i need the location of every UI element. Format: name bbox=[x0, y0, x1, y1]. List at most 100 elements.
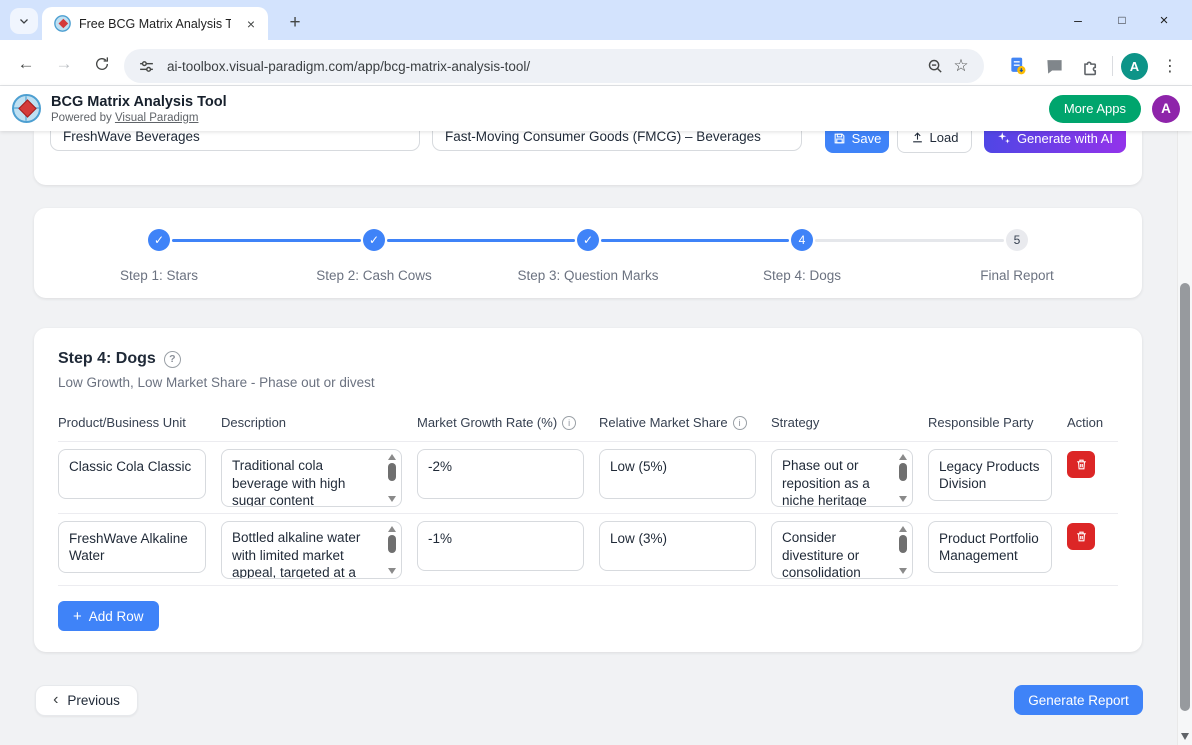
table-row: FreshWave Alkaline Water Bottled alkalin… bbox=[58, 514, 1118, 586]
check-icon: ✓ bbox=[154, 233, 164, 247]
market-share-input[interactable]: Low (5%) bbox=[599, 449, 756, 499]
visual-paradigm-link[interactable]: Visual Paradigm bbox=[115, 112, 199, 124]
growth-rate-input[interactable]: -1% bbox=[417, 521, 584, 571]
product-input[interactable]: FreshWave Alkaline Water bbox=[58, 521, 206, 573]
user-avatar[interactable]: A bbox=[1152, 95, 1180, 123]
chrome-menu-icon[interactable]: ⋮ bbox=[1156, 52, 1184, 80]
col-product: Product/Business Unit bbox=[58, 415, 206, 430]
sparkles-icon bbox=[997, 131, 1011, 145]
step-3-node[interactable]: ✓ bbox=[577, 229, 599, 251]
scroll-down-icon[interactable] bbox=[388, 568, 396, 574]
scrollbar-thumb[interactable] bbox=[388, 535, 396, 553]
tab-title: Free BCG Matrix Analysis Tool | bbox=[79, 17, 231, 31]
scroll-down-icon[interactable] bbox=[388, 496, 396, 502]
reload-button[interactable] bbox=[88, 50, 116, 78]
page-scrollbar[interactable] bbox=[1177, 86, 1192, 745]
scroll-down-icon[interactable] bbox=[1181, 733, 1189, 740]
strategy-textarea[interactable]: Phase out or reposition as a niche herit… bbox=[771, 449, 913, 507]
back-button[interactable]: ← bbox=[12, 50, 40, 78]
previous-button[interactable]: ‹ Previous bbox=[35, 685, 138, 716]
chevron-left-icon: ‹ bbox=[53, 692, 58, 708]
comment-icon bbox=[1045, 57, 1064, 76]
textarea-scrollbar[interactable] bbox=[385, 454, 398, 502]
market-share-input[interactable]: Low (3%) bbox=[599, 521, 756, 571]
tab-search-button[interactable] bbox=[10, 8, 38, 34]
step-1-node[interactable]: ✓ bbox=[148, 229, 170, 251]
reading-list-icon bbox=[1008, 56, 1028, 76]
scroll-up-icon[interactable] bbox=[388, 454, 396, 460]
info-icon[interactable]: i bbox=[733, 416, 747, 430]
scroll-up-icon[interactable] bbox=[899, 454, 907, 460]
industry-input[interactable]: Fast-Moving Consumer Goods (FMCG) – Beve… bbox=[432, 131, 802, 151]
save-button[interactable]: Save bbox=[825, 131, 889, 153]
save-icon bbox=[833, 132, 846, 145]
strategy-textarea[interactable]: Consider divestiture or consolidation bbox=[771, 521, 913, 579]
load-icon bbox=[911, 131, 924, 144]
site-settings-icon[interactable] bbox=[138, 58, 155, 75]
comment-button[interactable] bbox=[1040, 52, 1068, 80]
scrollbar-thumb[interactable] bbox=[899, 535, 907, 553]
window-maximize-button[interactable]: □ bbox=[1100, 0, 1144, 40]
reload-icon bbox=[94, 56, 110, 72]
step-4-node[interactable]: 4 bbox=[791, 229, 813, 251]
description-textarea[interactable]: Traditional cola beverage with high suga… bbox=[221, 449, 402, 507]
forward-button[interactable]: → bbox=[50, 50, 78, 78]
business-name-input[interactable]: FreshWave Beverages bbox=[50, 131, 420, 151]
info-icon[interactable]: i bbox=[562, 416, 576, 430]
check-icon: ✓ bbox=[583, 233, 593, 247]
new-tab-button[interactable]: + bbox=[282, 10, 308, 36]
tab-close-icon[interactable]: × bbox=[242, 15, 260, 33]
section-title: Step 4: Dogs bbox=[58, 350, 156, 368]
add-row-button[interactable]: + Add Row bbox=[58, 601, 159, 631]
scroll-down-icon[interactable] bbox=[899, 568, 907, 574]
step-4-card: Step 4: Dogs ? Low Growth, Low Market Sh… bbox=[34, 328, 1142, 652]
responsible-party-input[interactable]: Legacy Products Division bbox=[928, 449, 1052, 501]
check-icon: ✓ bbox=[369, 233, 379, 247]
growth-rate-input[interactable]: -2% bbox=[417, 449, 584, 499]
textarea-scrollbar[interactable] bbox=[896, 526, 909, 574]
window-close-button[interactable]: × bbox=[1142, 0, 1186, 40]
window-minimize-button[interactable]: – bbox=[1056, 0, 1100, 40]
extensions-button[interactable] bbox=[1076, 52, 1104, 80]
generate-report-button[interactable]: Generate Report bbox=[1014, 685, 1143, 715]
trash-icon bbox=[1075, 530, 1088, 543]
delete-row-button[interactable] bbox=[1067, 451, 1095, 478]
textarea-scrollbar[interactable] bbox=[385, 526, 398, 574]
bookmark-star-icon[interactable]: ☆ bbox=[948, 53, 974, 79]
extensions-puzzle-icon bbox=[1081, 57, 1100, 76]
scroll-up-icon[interactable] bbox=[899, 526, 907, 532]
delete-row-button[interactable] bbox=[1067, 523, 1095, 550]
textarea-scrollbar[interactable] bbox=[896, 454, 909, 502]
generate-with-ai-button[interactable]: Generate with AI bbox=[984, 131, 1126, 153]
url-bar[interactable]: ai-toolbox.visual-paradigm.com/app/bcg-m… bbox=[124, 49, 984, 83]
step-5-node[interactable]: 5 bbox=[1006, 229, 1028, 251]
scrollbar-thumb[interactable] bbox=[388, 463, 396, 481]
col-description: Description bbox=[221, 415, 402, 430]
browser-window: Free BCG Matrix Analysis Tool | × + – □ … bbox=[0, 0, 1192, 745]
stepper-connector bbox=[387, 239, 575, 242]
stepper-connector bbox=[601, 239, 789, 242]
step-2-node[interactable]: ✓ bbox=[363, 229, 385, 251]
product-input[interactable]: Classic Cola Classic bbox=[58, 449, 206, 499]
more-apps-button[interactable]: More Apps bbox=[1049, 95, 1141, 123]
col-strategy: Strategy bbox=[771, 415, 913, 430]
scroll-up-icon[interactable] bbox=[388, 526, 396, 532]
chrome-profile-avatar[interactable]: A bbox=[1121, 53, 1148, 80]
trash-icon bbox=[1075, 458, 1088, 471]
zoom-out-icon bbox=[927, 58, 944, 75]
browser-tab[interactable]: Free BCG Matrix Analysis Tool | × bbox=[42, 7, 268, 40]
page-scrollbar-thumb[interactable] bbox=[1180, 283, 1190, 711]
step-1-label: Step 1: Stars bbox=[49, 268, 269, 283]
zoom-button[interactable] bbox=[922, 53, 948, 79]
help-icon[interactable]: ? bbox=[164, 351, 181, 368]
favicon-vp-icon bbox=[54, 15, 71, 32]
load-button[interactable]: Load bbox=[897, 131, 972, 153]
scroll-down-icon[interactable] bbox=[899, 496, 907, 502]
url-text[interactable]: ai-toolbox.visual-paradigm.com/app/bcg-m… bbox=[167, 59, 922, 74]
reading-list-button[interactable] bbox=[1004, 52, 1032, 80]
project-card: FreshWave Beverages Fast-Moving Consumer… bbox=[34, 131, 1142, 185]
responsible-party-input[interactable]: Product Portfolio Management bbox=[928, 521, 1052, 573]
stepper-card: ✓ ✓ ✓ 4 5 Step 1: Stars Step 2: Cash Cow… bbox=[34, 208, 1142, 298]
scrollbar-thumb[interactable] bbox=[899, 463, 907, 481]
description-textarea[interactable]: Bottled alkaline water with limited mark… bbox=[221, 521, 402, 579]
